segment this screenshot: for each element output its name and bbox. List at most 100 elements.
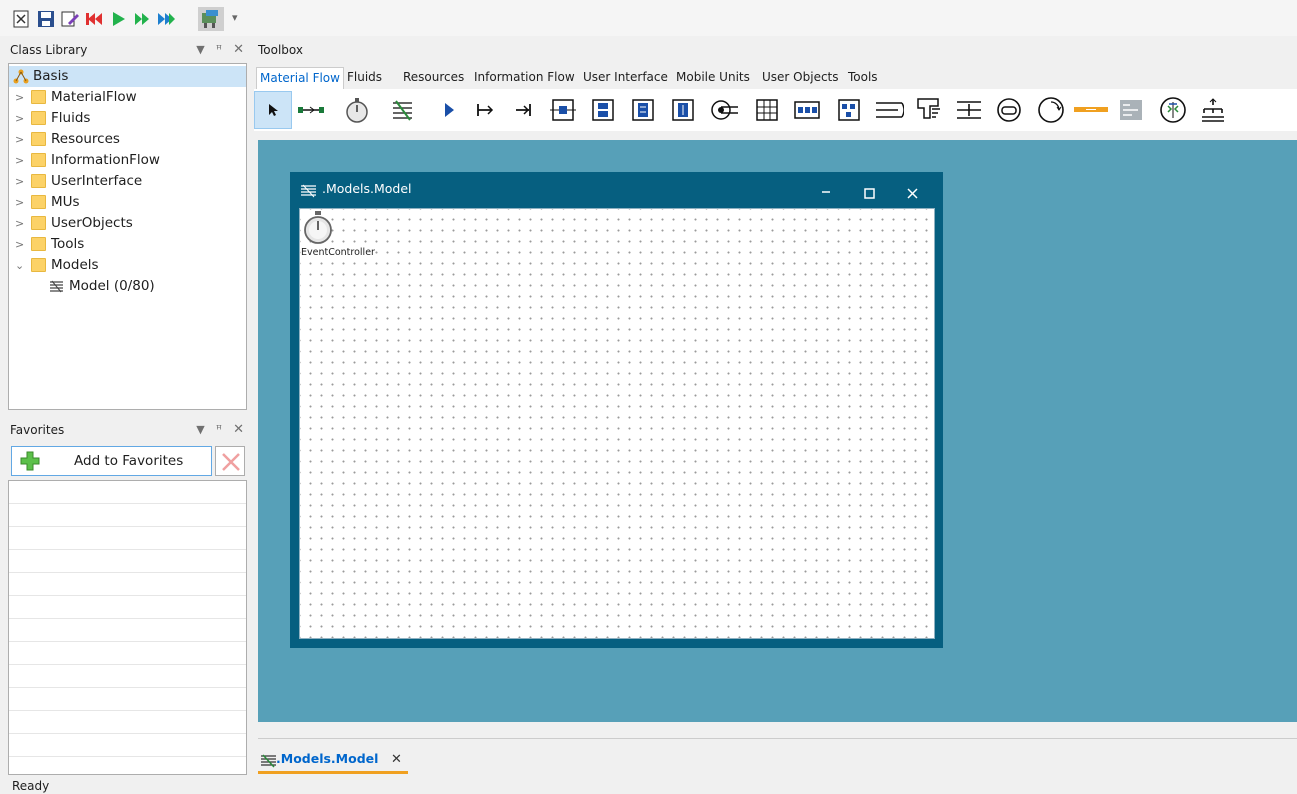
chevron-right-icon[interactable]: >	[15, 108, 27, 129]
chevron-right-icon[interactable]: >	[15, 171, 27, 192]
eventcontroller-icon[interactable]	[338, 91, 376, 129]
delete-icon	[221, 452, 241, 472]
tree-item-mus[interactable]: > MUs	[9, 192, 246, 213]
minimize-icon[interactable]	[821, 184, 831, 194]
dropdown-icon[interactable]: ▼	[196, 418, 204, 442]
qat-overflow-icon[interactable]: ▾	[232, 11, 238, 24]
tree-label: Models	[51, 257, 99, 273]
assembly-icon[interactable]	[624, 91, 662, 129]
maximize-icon[interactable]	[864, 188, 875, 199]
folder-icon	[31, 90, 46, 104]
model-window-title: .Models.Model	[322, 181, 412, 196]
frame-icon[interactable]	[384, 91, 422, 129]
toolbox-strip	[254, 89, 1297, 131]
chevron-right-icon[interactable]: >	[15, 192, 27, 213]
class-library-header: Class Library ▼ ꟸ ✕	[0, 38, 250, 62]
worker-path-icon[interactable]	[1072, 91, 1110, 129]
reset-icon[interactable]	[84, 9, 104, 29]
crane-icon[interactable]	[1112, 91, 1150, 129]
tab-fluids[interactable]: Fluids	[347, 67, 382, 89]
model-window-titlebar[interactable]: .Models.Model	[290, 172, 943, 208]
tree-item-resources[interactable]: > Resources	[9, 129, 246, 150]
list-divider	[9, 687, 246, 688]
close-icon[interactable]: ✕	[233, 38, 244, 62]
tree-item-informationflow[interactable]: > InformationFlow	[9, 150, 246, 171]
transfer-station-icon[interactable]	[1154, 91, 1192, 129]
hierarchy-icon[interactable]	[1194, 91, 1232, 129]
tree-item-models[interactable]: ⌄ Models	[9, 255, 246, 276]
open-icon[interactable]	[60, 9, 80, 29]
folder-icon	[31, 216, 46, 230]
step-icon[interactable]	[132, 9, 152, 29]
tab-mobile-units[interactable]: Mobile Units	[676, 67, 750, 89]
line-icon[interactable]	[706, 91, 744, 129]
chevron-right-icon[interactable]: >	[15, 129, 27, 150]
pin-icon[interactable]: ꟸ	[216, 418, 222, 442]
close-icon[interactable]: ✕	[233, 418, 244, 442]
start-icon[interactable]	[108, 9, 128, 29]
folder-icon	[31, 174, 46, 188]
dismantle-icon[interactable]	[664, 91, 702, 129]
close-icon[interactable]	[907, 188, 918, 199]
tree-label: MUs	[51, 194, 80, 210]
parallelproc-icon[interactable]	[584, 91, 622, 129]
chevron-down-icon[interactable]: ⌄	[15, 255, 27, 276]
drain-icon[interactable]	[504, 91, 542, 129]
class-library-tree: Basis > MaterialFlow > Fluids > Resource…	[8, 63, 247, 410]
tab-material-flow[interactable]: Material Flow	[256, 67, 344, 89]
tab-user-interface[interactable]: User Interface	[583, 67, 668, 89]
pin-icon[interactable]: ꟸ	[216, 38, 222, 62]
store-icon[interactable]	[748, 91, 786, 129]
tab-strip-divider	[258, 738, 1297, 739]
document-tab-label: .Models.Model	[276, 751, 379, 766]
track-icon[interactable]	[990, 91, 1028, 129]
tree-item-tools[interactable]: > Tools	[9, 234, 246, 255]
save-icon[interactable]	[36, 9, 56, 29]
tab-tools[interactable]: Tools	[848, 67, 878, 89]
toolbox-title: Toolbox	[258, 43, 303, 57]
list-divider	[9, 526, 246, 527]
chevron-right-icon[interactable]: >	[15, 87, 27, 108]
chevron-right-icon[interactable]: >	[15, 234, 27, 255]
eventcontroller-icon[interactable]	[302, 211, 334, 245]
chevron-right-icon[interactable]: >	[15, 213, 27, 234]
status-bar: Ready	[0, 778, 1297, 794]
circle-icon[interactable]	[1032, 91, 1070, 129]
favorites-list	[8, 480, 247, 775]
frame-icon	[300, 184, 318, 198]
plus-icon	[20, 451, 40, 471]
tab-information-flow[interactable]: Information Flow	[474, 67, 575, 89]
close-icon[interactable]: ✕	[391, 752, 402, 767]
sorter-icon[interactable]	[830, 91, 868, 129]
connector-icon[interactable]	[292, 91, 330, 129]
add-to-favorites-button[interactable]: Add to Favorites	[11, 446, 212, 476]
tab-user-objects[interactable]: User Objects	[762, 67, 839, 89]
source-icon[interactable]	[466, 91, 504, 129]
list-divider	[9, 641, 246, 642]
conveyor-icon[interactable]	[870, 91, 908, 129]
tree-label: Basis	[33, 68, 69, 84]
tree-item-userinterface[interactable]: > UserInterface	[9, 171, 246, 192]
tree-item-fluids[interactable]: > Fluids	[9, 108, 246, 129]
pointer-icon[interactable]	[254, 91, 292, 129]
tab-resources[interactable]: Resources	[403, 67, 464, 89]
folder-icon	[31, 195, 46, 209]
remove-favorite-button[interactable]	[215, 446, 245, 476]
3d-view-icon[interactable]	[198, 7, 224, 31]
turntable-icon[interactable]	[910, 91, 948, 129]
turnplate-icon[interactable]	[950, 91, 988, 129]
tree-item-userobjects[interactable]: > UserObjects	[9, 213, 246, 234]
favorites-header: Favorites ▼ ꟸ ✕	[0, 418, 250, 442]
chevron-right-icon[interactable]: >	[15, 150, 27, 171]
tree-root-basis[interactable]: Basis	[9, 66, 246, 87]
folder-icon	[31, 258, 46, 272]
new-icon[interactable]	[12, 9, 32, 29]
tree-item-model[interactable]: Model (0/80)	[9, 276, 246, 297]
tree-item-materialflow[interactable]: > MaterialFlow	[9, 87, 246, 108]
buffer-icon[interactable]	[788, 91, 826, 129]
dropdown-icon[interactable]: ▼	[196, 38, 204, 62]
singleproc-icon[interactable]	[544, 91, 582, 129]
interface-icon[interactable]	[430, 91, 468, 129]
model-canvas[interactable]: EventController	[299, 208, 935, 639]
fast-forward-icon[interactable]	[156, 9, 176, 29]
